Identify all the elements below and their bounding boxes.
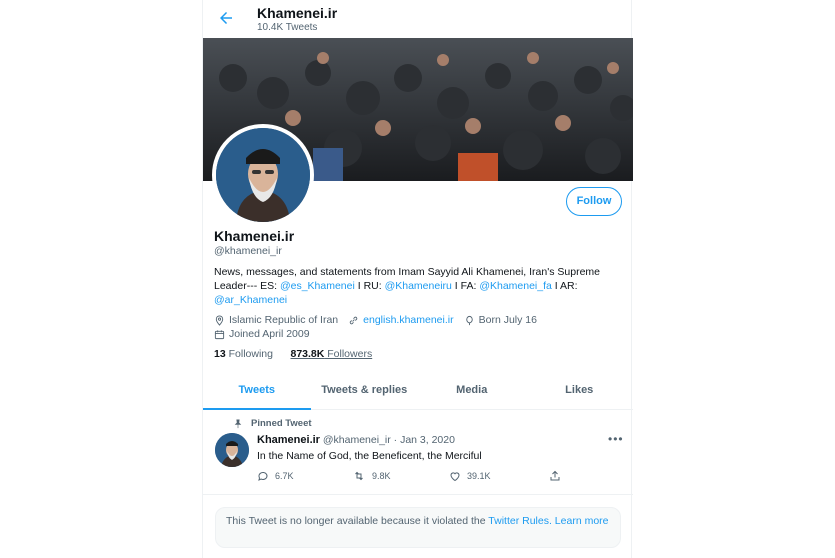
tab-likes[interactable]: Likes [526,370,634,409]
top-bar: Khamenei.ir 10.4K Tweets [203,0,633,38]
bio-text: I FA: [451,280,480,292]
bio-link-fa[interactable]: @Khamenei_fa [479,280,552,292]
reply-button[interactable]: 6.7K [257,470,294,482]
bio-link-ar[interactable]: @ar_Khamenei [214,294,287,306]
tab-media[interactable]: Media [418,370,526,409]
location-text: Islamic Republic of Iran [229,314,339,326]
link-icon [349,316,358,324]
location-pin-icon [215,314,224,326]
birth-text: Born July 16 [478,314,537,326]
bio-text: News, messages, and statements from Imam… [214,266,600,278]
followers-label: Followers [324,348,373,360]
back-arrow-icon[interactable] [217,9,235,27]
following-label: Following [225,348,273,360]
retweet-count: 9.8K [372,471,391,481]
profile-page: Khamenei.ir 10.4K Tweets Follow Khamenei… [202,0,633,558]
page-title: Khamenei.ir [257,5,338,21]
follow-counts: 13 Following 873.8K Followers [214,348,372,360]
followers-link[interactable]: 873.8K Followers [290,348,372,360]
tweet-author[interactable]: Khamenei.ir [257,434,320,446]
heart-icon [450,472,460,482]
profile-joined: Joined April 2009 [214,328,320,340]
bio-text: Leader--- ES: [214,280,280,292]
balloon-icon [465,315,473,325]
profile-bio: News, messages, and statements from Imam… [214,265,619,307]
tab-tweets-replies[interactable]: Tweets & replies [311,370,419,409]
website-link[interactable]: english.khamenei.ir [363,314,453,326]
bio-text: I AR: [551,280,578,292]
pinned-label: Pinned Tweet [251,418,312,429]
twitter-rules-link[interactable]: Twitter Rules. [488,515,552,527]
profile-tabs: Tweets Tweets & replies Media Likes [203,370,633,410]
share-icon [550,470,560,481]
tweet-count: 10.4K Tweets [257,22,318,33]
reply-count: 6.7K [275,471,294,481]
tweet-unavailable-notice: This Tweet is no longer available becaus… [215,507,621,548]
joined-text: Joined April 2009 [229,328,310,340]
profile-avatar[interactable] [212,124,314,226]
tab-tweets[interactable]: Tweets [203,370,311,410]
notice-text: This Tweet is no longer available becaus… [226,515,489,527]
follow-button[interactable]: Follow [566,187,622,216]
tweet-text: In the Name of God, the Beneficent, the … [257,450,482,462]
profile-meta: Islamic Republic of Iran english.khamene… [214,314,547,326]
share-button[interactable] [549,470,567,482]
like-count: 39.1K [467,471,491,481]
more-options-icon[interactable]: ••• [608,432,624,446]
bio-link-es[interactable]: @es_Khamenei [280,280,355,292]
tweet-meta: @khamenei_ir · Jan 3, 2020 [319,434,455,446]
following-link[interactable]: 13 Following [214,348,273,360]
tweet-avatar[interactable] [215,433,249,467]
reply-icon [258,471,268,481]
tweet-header: Khamenei.ir @khamenei_ir · Jan 3, 2020 [257,434,455,446]
bio-link-ru[interactable]: @Khameneiru [385,280,452,292]
birth-item: Born July 16 [464,314,537,326]
profile-name: Khamenei.ir [214,228,295,244]
location-item: Islamic Republic of Iran [214,314,338,326]
calendar-icon [214,329,225,339]
retweet-icon [355,471,363,481]
website-item: english.khamenei.ir [348,314,454,326]
like-button[interactable]: 39.1K [449,470,491,482]
following-count: 13 [214,348,226,360]
tweet-actions: 6.7K 9.8K 39.1K [257,470,577,486]
pin-icon [234,419,242,428]
retweet-button[interactable]: 9.8K [352,470,391,482]
pinned-indicator: Pinned Tweet [234,418,312,429]
learn-more-link[interactable]: Learn more [552,515,609,527]
followers-count: 873.8K [290,348,325,360]
divider [203,494,633,495]
profile-handle: @khamenei_ir [214,245,282,257]
joined-item: Joined April 2009 [214,328,310,340]
bio-text: I RU: [354,280,385,292]
